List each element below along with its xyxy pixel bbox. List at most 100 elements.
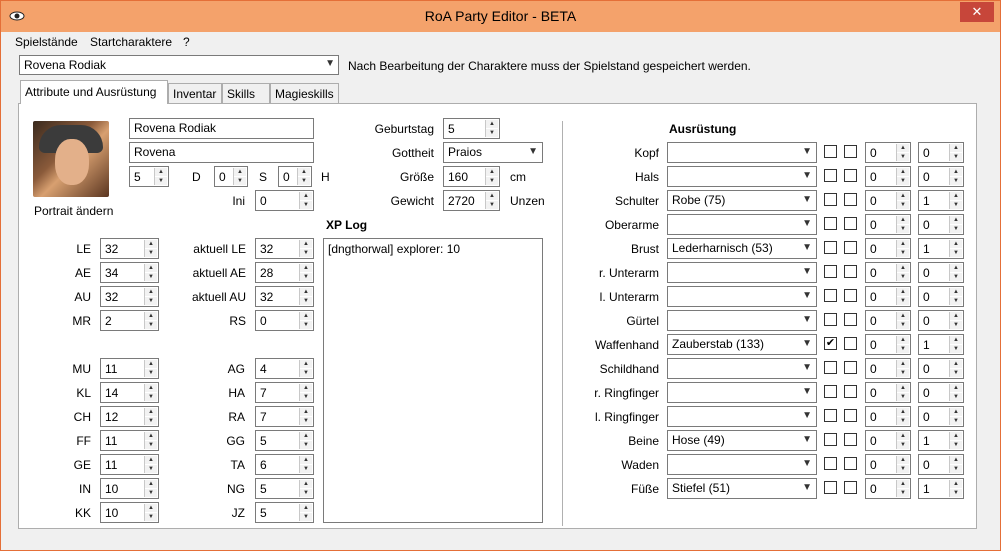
spin-down-icon[interactable]: ▼ [300,297,312,305]
spin-up-icon[interactable]: ▲ [950,288,962,296]
spin-up-icon[interactable]: ▲ [897,384,909,392]
spin-down-icon[interactable]: ▼ [897,177,909,185]
equipment-stepper-1[interactable]: 0 ▲ ▼ [865,190,911,211]
spin-up-icon[interactable]: ▲ [486,192,498,200]
spin-up-icon[interactable]: ▲ [950,336,962,344]
negative-attribute-stepper[interactable]: 5 ▲ ▼ [255,502,314,523]
spin-up-icon[interactable]: ▲ [897,192,909,200]
spin-down-icon[interactable]: ▼ [897,393,909,401]
spin-down-icon[interactable]: ▼ [950,177,962,185]
tab-skills[interactable]: Skills [222,83,270,103]
spin-down-icon[interactable]: ▼ [950,225,962,233]
spin-up-icon[interactable]: ▲ [897,264,909,272]
silber-stepper[interactable]: 0 ▲ ▼ [214,166,248,187]
spin-up-icon[interactable]: ▲ [897,288,909,296]
spin-up-icon[interactable]: ▲ [897,168,909,176]
equipment-checkbox-2[interactable] [844,193,857,206]
equipment-checkbox-2[interactable] [844,433,857,446]
spin-down-icon[interactable]: ▼ [897,345,909,353]
spin-up-icon[interactable]: ▲ [300,288,312,296]
spin-up-icon[interactable]: ▲ [950,384,962,392]
spin-down-icon[interactable]: ▼ [950,465,962,473]
equipment-stepper-1[interactable]: 0 ▲ ▼ [865,262,911,283]
equipment-stepper-2[interactable]: 1 ▲ ▼ [918,430,964,451]
equipment-stepper-2[interactable]: 0 ▲ ▼ [918,382,964,403]
spin-down-icon[interactable]: ▼ [950,201,962,209]
negative-attribute-stepper[interactable]: 4 ▲ ▼ [255,358,314,379]
spin-down-icon[interactable]: ▼ [145,513,157,521]
equipment-slot-select[interactable]: Hose (49) ▼ [667,430,817,451]
spin-up-icon[interactable]: ▲ [300,360,312,368]
spin-up-icon[interactable]: ▲ [897,480,909,488]
equipment-checkbox-1[interactable] [824,145,837,158]
equipment-slot-select[interactable]: ▼ [667,286,817,307]
current-point-stepper[interactable]: 32 ▲ ▼ [255,238,314,259]
equipment-stepper-2[interactable]: 1 ▲ ▼ [918,478,964,499]
spin-up-icon[interactable]: ▲ [300,192,312,200]
spin-down-icon[interactable]: ▼ [950,345,962,353]
god-select[interactable]: Praios ▼ [443,142,543,163]
spin-up-icon[interactable]: ▲ [486,120,498,128]
spin-up-icon[interactable]: ▲ [145,384,157,392]
short-name-field[interactable]: Rovena [129,142,314,163]
spin-down-icon[interactable]: ▼ [145,417,157,425]
attribute-stepper[interactable]: 11 ▲ ▼ [100,358,159,379]
equipment-stepper-2[interactable]: 0 ▲ ▼ [918,214,964,235]
spin-down-icon[interactable]: ▼ [897,297,909,305]
spin-up-icon[interactable]: ▲ [950,432,962,440]
negative-attribute-stepper[interactable]: 5 ▲ ▼ [255,478,314,499]
weight-stepper[interactable]: 2720 ▲ ▼ [443,190,500,211]
birthday-stepper[interactable]: 5 ▲ ▼ [443,118,500,139]
spin-up-icon[interactable]: ▲ [300,240,312,248]
equipment-slot-select[interactable]: ▼ [667,262,817,283]
tab-attribute[interactable]: Attribute und Ausrüstung [20,80,168,104]
spin-down-icon[interactable]: ▼ [145,321,157,329]
spin-up-icon[interactable]: ▲ [155,168,167,176]
attribute-stepper[interactable]: 11 ▲ ▼ [100,454,159,475]
equipment-slot-select[interactable]: ▼ [667,310,817,331]
equipment-stepper-2[interactable]: 1 ▲ ▼ [918,334,964,355]
spin-down-icon[interactable]: ▼ [300,513,312,521]
spin-up-icon[interactable]: ▲ [486,168,498,176]
spin-up-icon[interactable]: ▲ [950,264,962,272]
spin-down-icon[interactable]: ▼ [897,489,909,497]
equipment-stepper-1[interactable]: 0 ▲ ▼ [865,310,911,331]
equipment-stepper-2[interactable]: 0 ▲ ▼ [918,406,964,427]
spin-down-icon[interactable]: ▼ [145,465,157,473]
equipment-checkbox-1[interactable] [824,313,837,326]
equipment-checkbox-2[interactable] [844,361,857,374]
spin-up-icon[interactable]: ▲ [145,360,157,368]
spin-up-icon[interactable]: ▲ [145,312,157,320]
equipment-slot-select[interactable]: Robe (75) ▼ [667,190,817,211]
equipment-stepper-1[interactable]: 0 ▲ ▼ [865,358,911,379]
spin-up-icon[interactable]: ▲ [300,432,312,440]
xp-log[interactable]: [dngthorwal] explorer: 10 [323,238,543,523]
spin-up-icon[interactable]: ▲ [300,480,312,488]
spin-up-icon[interactable]: ▲ [950,192,962,200]
equipment-stepper-1[interactable]: 0 ▲ ▼ [865,454,911,475]
spin-down-icon[interactable]: ▼ [300,489,312,497]
equipment-checkbox-2[interactable] [844,481,857,494]
negative-attribute-stepper[interactable]: 7 ▲ ▼ [255,406,314,427]
spin-up-icon[interactable]: ▲ [145,456,157,464]
spin-up-icon[interactable]: ▲ [897,432,909,440]
spin-up-icon[interactable]: ▲ [145,288,157,296]
equipment-checkbox-1[interactable] [824,457,837,470]
height-stepper[interactable]: 160 ▲ ▼ [443,166,500,187]
equipment-checkbox-1[interactable] [824,289,837,302]
equipment-stepper-1[interactable]: 0 ▲ ▼ [865,286,911,307]
heller-stepper[interactable]: 0 ▲ ▼ [278,166,312,187]
equipment-slot-select[interactable]: ▼ [667,142,817,163]
equipment-checkbox-1[interactable] [824,241,837,254]
point-stepper[interactable]: 34 ▲ ▼ [100,262,159,283]
equipment-stepper-2[interactable]: 0 ▲ ▼ [918,358,964,379]
spin-down-icon[interactable]: ▼ [145,393,157,401]
equipment-checkbox-1[interactable] [824,481,837,494]
spin-down-icon[interactable]: ▼ [950,153,962,161]
spin-down-icon[interactable]: ▼ [950,393,962,401]
spin-down-icon[interactable]: ▼ [950,273,962,281]
current-point-stepper[interactable]: 32 ▲ ▼ [255,286,314,307]
spin-up-icon[interactable]: ▲ [234,168,246,176]
spin-down-icon[interactable]: ▼ [300,393,312,401]
equipment-checkbox-2[interactable] [844,265,857,278]
